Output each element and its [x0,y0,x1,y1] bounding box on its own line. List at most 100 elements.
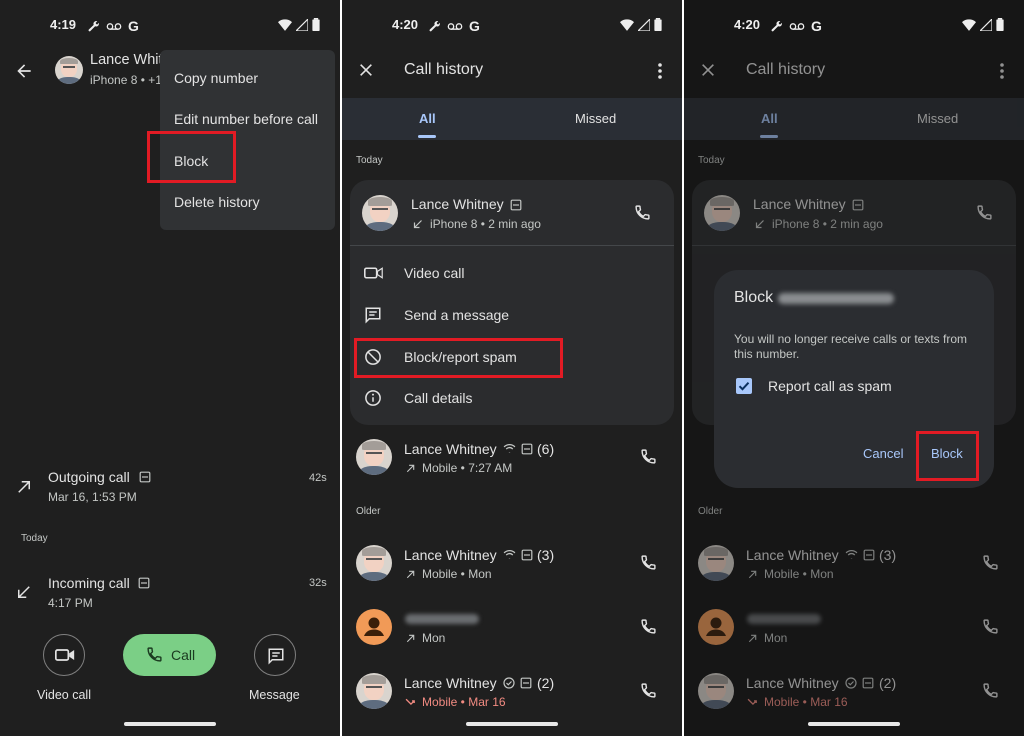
report-spam-checkbox[interactable] [736,378,752,394]
menu-item-copy-number[interactable]: Copy number [174,70,258,86]
action-video-call[interactable]: Video call [404,265,464,281]
avatar [55,56,83,84]
contact-name: Lance Whitney [404,675,497,691]
redacted-name [405,614,479,624]
person-avatar-icon [356,609,392,645]
more-vert-icon[interactable] [654,62,666,80]
gesture-bar[interactable] [124,722,216,726]
contact-name: Lance Whitney [404,547,497,563]
menu-item-edit-number[interactable]: Edit number before call [174,111,318,127]
phone-icon[interactable] [982,682,999,699]
back-arrow-icon[interactable] [14,61,34,81]
sim-icon [521,549,533,561]
list-item[interactable]: Lance Whitney (2) Mobile • Mar 16 [684,669,1024,719]
divider [350,245,674,246]
battery-icon [312,18,320,31]
phone-icon[interactable] [634,204,651,221]
wifi-icon [620,18,634,31]
tab-all[interactable]: All [761,111,778,126]
phone-icon[interactable] [640,682,657,699]
status-time: 4:20 [392,17,419,32]
call-subtitle: Mobile • Mon [764,567,834,581]
list-item[interactable]: Lance Whitney (3) Mobile • Mon [684,541,1024,591]
phone-icon[interactable] [976,204,993,221]
call-count: (2) [537,675,555,691]
call-label: Call [171,647,196,663]
call-history-screen: 4:20 G Call history All Missed Today Lan… [342,0,682,736]
section-today: Today [356,155,383,166]
avatar [356,673,392,709]
phone-icon[interactable] [640,554,657,571]
gesture-bar[interactable] [808,722,900,726]
more-vert-icon[interactable] [996,62,1008,80]
call-count: (6) [537,441,555,457]
menu-item-delete-history[interactable]: Delete history [174,194,260,210]
tab-missed[interactable]: Missed [575,111,616,126]
call-button[interactable]: Call [123,634,216,676]
incoming-arrow-icon [412,218,424,230]
call-count: (3) [537,547,555,563]
message-label: Message [249,688,300,702]
outgoing-arrow-icon [405,633,416,644]
voicemail-icon [447,20,463,33]
wifi-icon [962,18,976,31]
list-item[interactable]: Lance Whitney (3) Mobile • Mon [342,541,682,591]
dialog-title: Block [734,289,774,306]
page-title: Call history [746,61,826,78]
page-title: Call history [404,61,484,78]
action-send-message[interactable]: Send a message [404,307,509,323]
history-duration: 42s [309,472,327,484]
avatar [704,195,740,231]
tab-indicator [418,135,436,138]
outgoing-arrow-icon [15,478,33,496]
history-time: Mar 16, 1:53 PM [48,490,137,504]
tab-all[interactable]: All [419,111,436,126]
list-item[interactable]: Lance Whitney (6) Mobile • 7:27 AM [342,435,682,485]
tab-bar: All Missed [684,98,1024,140]
phone-icon[interactable] [640,618,657,635]
phone-icon[interactable] [640,448,657,465]
close-icon[interactable] [358,62,374,78]
block-dialog-screen: 4:20 G Call history All Missed Today Lan… [684,0,1024,736]
call-count: (3) [879,547,897,563]
highlight-box [354,338,563,378]
call-subtitle: iPhone 8 • 2 min ago [430,217,541,231]
phone-icon[interactable] [982,618,999,635]
phone-icon [146,646,163,663]
close-icon[interactable] [700,62,716,78]
history-label: Outgoing call [48,469,130,485]
battery-icon [996,18,1004,31]
list-item[interactable]: Lance Whitney (2) Mobile • Mar 16 [342,669,682,719]
section-today: Today [21,533,48,544]
contact-name: Lance Whitney [753,196,846,212]
action-call-details[interactable]: Call details [404,390,472,406]
signal-icon [638,18,650,31]
call-subtitle: Mobile • 7:27 AM [422,461,513,475]
message-icon [267,647,285,665]
sim-icon [510,199,522,211]
videocam-icon [364,266,383,280]
cancel-button[interactable]: Cancel [863,446,903,461]
phone-icon[interactable] [982,554,999,571]
tab-indicator [760,135,778,138]
gesture-bar[interactable] [466,722,558,726]
video-call-button[interactable] [43,634,85,676]
voicemail-icon [789,20,805,33]
call-count: (2) [879,675,897,691]
redacted-number [778,293,894,304]
outgoing-arrow-icon [405,569,416,580]
wifi-icon [278,18,292,31]
tab-bar: All Missed [342,98,682,140]
info-icon [364,389,382,407]
list-item[interactable]: Mon [684,605,1024,655]
incoming-arrow-icon [15,583,33,601]
sim-icon [138,577,150,589]
call-subtitle: Mon [764,631,788,645]
wrench-icon [87,20,100,33]
sim-icon [852,199,864,211]
message-button[interactable] [254,634,296,676]
tab-missed[interactable]: Missed [917,111,958,126]
contact-name: Lance Whit [90,52,163,68]
divider [692,245,1016,246]
list-item[interactable]: Mon [342,605,682,655]
